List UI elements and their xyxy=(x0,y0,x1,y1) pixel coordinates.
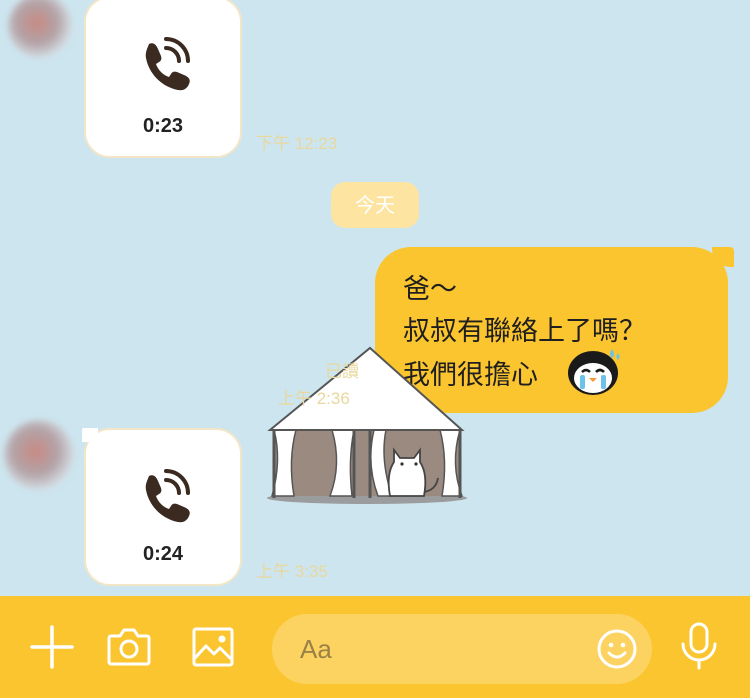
message-input-box[interactable] xyxy=(272,614,652,684)
read-status: 已讀 xyxy=(325,362,359,382)
message-timestamp: 上午 2:36 xyxy=(278,389,350,408)
camera-icon[interactable] xyxy=(106,624,152,670)
plus-icon[interactable] xyxy=(29,624,75,670)
call-duration: 0:24 xyxy=(142,543,184,565)
chat-area[interactable]: 0:23 下午 12:23 今天 爸～ 叔叔有聯絡上了嗎？ 我們很擔心 已讀 上… xyxy=(0,0,750,596)
date-divider: 今天 xyxy=(331,182,419,228)
call-duration: 0:23 xyxy=(142,115,184,137)
message-timestamp: 上午 3:35 xyxy=(256,562,328,581)
cat-in-tent-sticker[interactable] xyxy=(262,346,472,506)
message-input[interactable] xyxy=(300,614,590,684)
phone-call-icon xyxy=(135,36,191,92)
bubble-tail xyxy=(82,428,98,442)
bubble-tail xyxy=(712,247,734,267)
contact-avatar[interactable] xyxy=(8,0,72,58)
crying-penguin-emoji xyxy=(566,345,624,397)
message-line: 爸～ xyxy=(403,274,457,305)
call-message-bubble[interactable]: 0:23 xyxy=(84,0,242,158)
phone-call-icon xyxy=(135,468,191,524)
call-message-bubble[interactable]: 0:24 xyxy=(82,428,242,586)
message-line: 叔叔有聯絡上了嗎？ xyxy=(403,316,646,347)
message-timestamp: 下午 12:23 xyxy=(256,134,338,153)
smiley-icon[interactable] xyxy=(596,628,638,670)
contact-avatar[interactable] xyxy=(4,420,74,490)
microphone-icon[interactable] xyxy=(676,622,722,670)
image-icon[interactable] xyxy=(190,624,236,670)
